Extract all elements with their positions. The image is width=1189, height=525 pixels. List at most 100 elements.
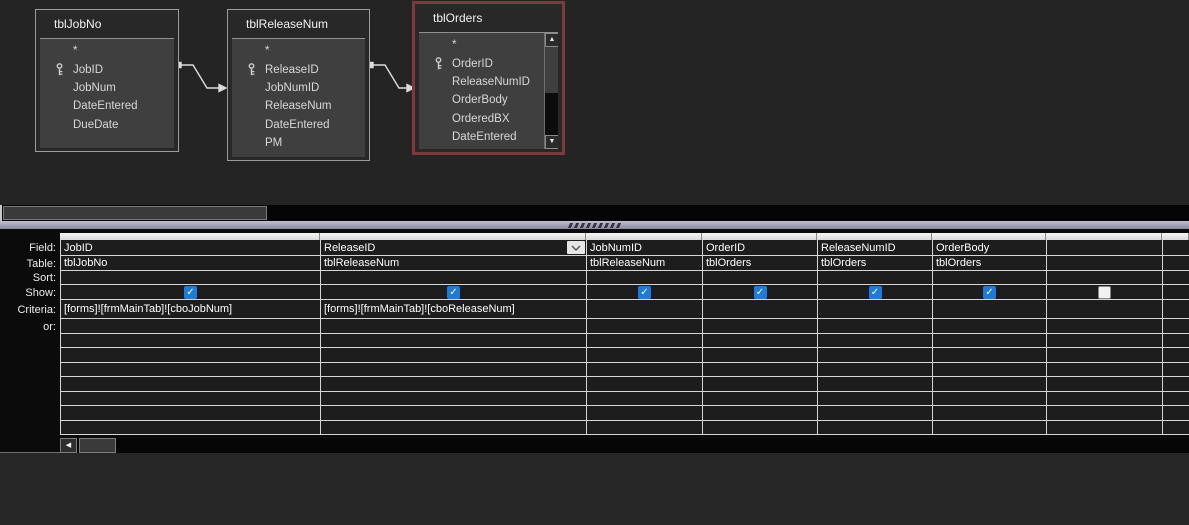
grid-cell-empty-col7[interactable] [1163,348,1189,363]
grid-cell-empty-col1[interactable] [321,391,587,407]
grid-cell-field-col7[interactable] [1163,240,1189,256]
grid-cell-empty-col0[interactable] [61,391,321,407]
grid-cell-table-col0[interactable]: tblJobNo [61,256,321,271]
grid-cell-criteria-col4[interactable] [818,300,933,319]
grid-cell-sort-col4[interactable] [818,271,933,285]
grid-cell-criteria-col1[interactable]: [forms]![frmMainTab]![cboReleaseNum] [321,300,587,319]
grid-cell-field-col1[interactable]: ReleaseID [321,240,587,256]
grid-cell-empty-col1[interactable] [321,362,587,378]
scroll-left-arrow-icon[interactable]: ◀ [60,438,77,453]
grid-cell-empty-col6[interactable] [1047,420,1163,435]
grid-cell-criteria-col7[interactable] [1163,300,1189,319]
show-checkbox-checked[interactable]: ✓ [753,285,767,299]
grid-cell-empty-col0[interactable] [61,377,321,392]
grid-cell-field-col5[interactable]: OrderBody [933,240,1047,256]
grid-cell-sort-col5[interactable] [933,271,1047,285]
grid-cell-table-col1[interactable]: tblReleaseNum [321,256,587,271]
grid-cell-empty-col3[interactable] [703,391,818,407]
grid-cell-empty-col5[interactable] [933,348,1047,363]
grid-cell-empty-col6[interactable] [1047,406,1163,421]
grid-cell-criteria-col6[interactable] [1047,300,1163,319]
grid-cell-show-col4[interactable]: ✓ [818,285,933,300]
field-item-ReleaseNumID[interactable]: ReleaseNumID [419,73,544,91]
scroll-down-arrow-icon[interactable]: ▼ [545,135,558,149]
grid-column-header-strip[interactable] [60,233,1189,240]
field-dropdown-button[interactable] [567,241,585,254]
table-box-tblOrders[interactable]: tblOrders * OrderID ReleaseNumID OrderBody Or… [412,1,565,155]
grid-cell-sort-col7[interactable] [1163,271,1189,285]
grid-cell-empty-col1[interactable] [321,334,587,349]
grid-cell-empty-col3[interactable] [703,362,818,378]
grid-cell-or-col7[interactable] [1163,319,1189,334]
grid-cell-or-col1[interactable] [321,319,587,334]
grid-cell-show-col7[interactable] [1163,285,1189,300]
field-item-star[interactable]: * [419,36,544,54]
grid-cell-empty-col6[interactable] [1047,334,1163,349]
grid-cell-empty-col7[interactable] [1163,420,1189,435]
grid-cell-or-col6[interactable] [1047,319,1163,334]
grid-cell-or-col3[interactable] [703,319,818,334]
grid-cell-empty-col3[interactable] [703,348,818,363]
join-line-releasenum-orders[interactable] [373,64,408,89]
grid-cell-sort-col1[interactable] [321,271,587,285]
scroll-up-arrow-icon[interactable]: ▲ [545,33,558,47]
grid-cell-empty-col2[interactable] [587,420,703,435]
grid-cell-show-col2[interactable]: ✓ [587,285,703,300]
grid-cell-table-col5[interactable]: tblOrders [933,256,1047,271]
show-checkbox-checked[interactable]: ✓ [447,285,460,299]
grid-cell-or-col4[interactable] [818,319,933,334]
grid-cell-table-col7[interactable] [1163,256,1189,271]
grid-cell-empty-col7[interactable] [1163,377,1189,392]
grid-cell-empty-col2[interactable] [587,391,703,407]
field-item-OrderID[interactable]: OrderID [419,54,544,72]
field-item-OrderedBX[interactable]: OrderedBX [419,110,544,128]
field-item-JobNum[interactable]: JobNum [40,79,174,97]
grid-cell-table-col6[interactable] [1047,256,1163,271]
grid-cell-sort-col2[interactable] [587,271,703,285]
field-item-ReleaseNum[interactable]: ReleaseNum [232,97,365,115]
grid-cell-empty-col3[interactable] [703,334,818,349]
grid-cell-empty-col4[interactable] [818,334,933,349]
grid-cell-or-col0[interactable] [61,319,321,334]
grid-cell-empty-col5[interactable] [933,377,1047,392]
grid-cell-criteria-col3[interactable] [703,300,818,319]
grid-cell-empty-col2[interactable] [587,406,703,421]
grid-cell-empty-col0[interactable] [61,348,321,363]
grid-cell-empty-col4[interactable] [818,406,933,421]
grid-cell-empty-col1[interactable] [321,377,587,392]
pane-splitter[interactable] [0,221,1189,229]
grid-cell-empty-col4[interactable] [818,362,933,378]
grid-cell-empty-col1[interactable] [321,348,587,363]
grid-cell-field-col6[interactable] [1047,240,1163,256]
show-checkbox-unchecked[interactable] [1098,285,1111,299]
grid-cell-empty-col5[interactable] [933,334,1047,349]
show-checkbox-checked[interactable]: ✓ [983,285,996,299]
grid-cell-empty-col1[interactable] [321,406,587,421]
grid-cell-criteria-col0[interactable]: [forms]![frmMainTab]![cboJobNum] [61,300,321,319]
grid-cell-empty-col6[interactable] [1047,377,1163,392]
grid-cell-empty-col2[interactable] [587,362,703,378]
grid-cell-empty-col4[interactable] [818,348,933,363]
grid-cell-empty-col3[interactable] [703,420,818,435]
grid-cell-empty-col0[interactable] [61,334,321,349]
grid-cell-empty-col7[interactable] [1163,362,1189,378]
grid-cell-empty-col0[interactable] [61,420,321,435]
show-checkbox-checked[interactable]: ✓ [868,285,882,299]
grid-cell-empty-col5[interactable] [933,391,1047,407]
grid-cell-show-col5[interactable]: ✓ [933,285,1047,300]
grid-cell-empty-col4[interactable] [818,377,933,392]
grid-cell-empty-col5[interactable] [933,406,1047,421]
grid-cell-or-col2[interactable] [587,319,703,334]
grid-cell-empty-col6[interactable] [1047,362,1163,378]
grid-cell-field-col3[interactable]: OrderID [703,240,818,256]
grid-cell-show-col6[interactable] [1047,285,1163,300]
field-item-DateEntered[interactable]: DateEntered [419,128,544,146]
grid-cell-empty-col6[interactable] [1047,391,1163,407]
grid-cell-empty-col5[interactable] [933,362,1047,378]
grid-cell-empty-col3[interactable] [703,406,818,421]
grid-cell-empty-col2[interactable] [587,348,703,363]
grid-horizontal-scrollbar[interactable]: ◀ [60,438,1189,453]
grid-cell-empty-col7[interactable] [1163,406,1189,421]
grid-cell-empty-col6[interactable] [1047,348,1163,363]
field-list-scrollbar[interactable]: ▲ ▼ [544,33,558,149]
